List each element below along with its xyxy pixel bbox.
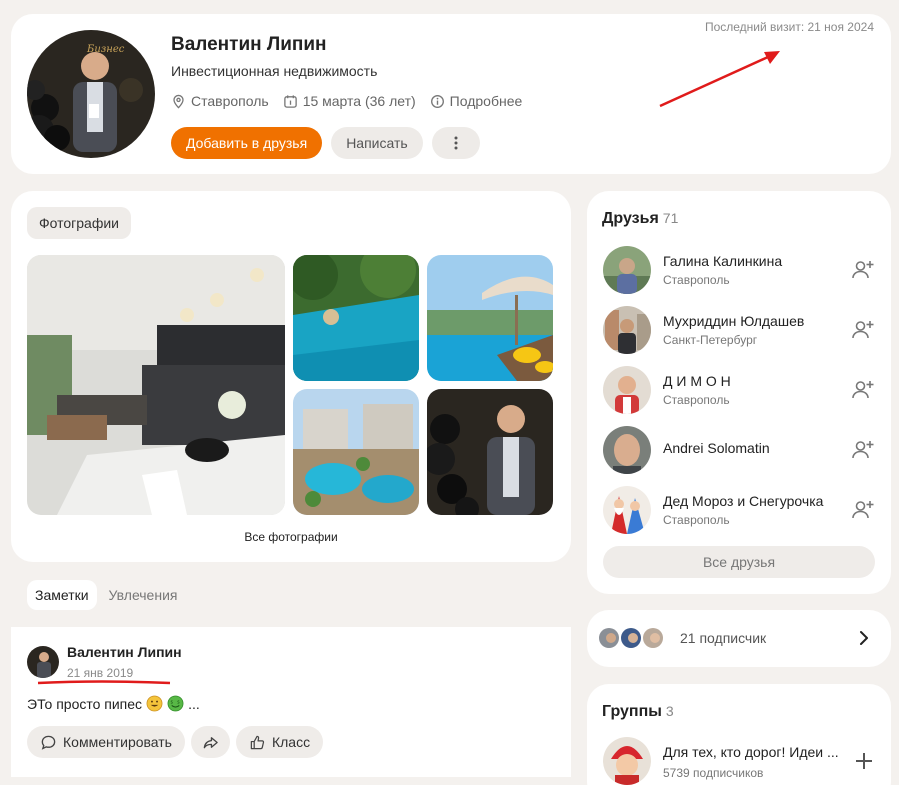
add-friend-icon[interactable] bbox=[851, 318, 875, 342]
share-icon bbox=[203, 736, 218, 748]
all-friends-button[interactable]: Все друзья bbox=[603, 546, 875, 578]
profile-city: Ставрополь bbox=[171, 93, 269, 109]
group-item[interactable]: Для тех, кто дорог! Идеи ... 5739 подпис… bbox=[603, 737, 875, 785]
profile-city-label: Ставрополь bbox=[191, 93, 269, 109]
add-friend-button[interactable]: Добавить в друзья bbox=[171, 127, 323, 159]
friends-card: Друзья 71 Галина Калинкина Ставрополь Мух… bbox=[587, 191, 891, 594]
groups-count: 3 bbox=[665, 703, 674, 719]
friend-item[interactable]: Галина Калинкина Ставрополь bbox=[603, 246, 875, 294]
groups-card: Группы 3 Для тех, кто дорог! Идеи ... 573… bbox=[587, 684, 891, 785]
profile-avatar[interactable]: Бизнес bbox=[27, 30, 155, 158]
group-members: 5739 подписчиков bbox=[663, 766, 764, 780]
chevron-right-icon bbox=[860, 631, 868, 645]
post-author-name[interactable]: Валентин Липин bbox=[67, 644, 182, 660]
photo-infinity-pool[interactable] bbox=[427, 255, 553, 381]
friend-name: Дед Мороз и Снегурочка bbox=[663, 493, 824, 509]
profile-birthday: 15 марта (36 лет) bbox=[283, 93, 416, 109]
groups-title[interactable]: Группы 3 bbox=[602, 703, 674, 721]
calendar-icon bbox=[283, 94, 297, 108]
group-name: Для тех, кто дорог! Идеи ... bbox=[663, 744, 839, 760]
groups-title-label: Группы bbox=[602, 703, 662, 720]
photos-card: Фотографии Все фотографии bbox=[11, 191, 571, 562]
photos-tab[interactable]: Фотографии bbox=[27, 207, 132, 239]
profile-card: Бизнес Валентин Липин Инвестиционная нед… bbox=[11, 14, 891, 174]
profile-more-label: Подробнее bbox=[449, 93, 523, 109]
info-icon bbox=[430, 94, 444, 108]
post-actions: Комментировать Класс bbox=[27, 726, 324, 758]
profile-name: Валентин Липин bbox=[171, 34, 327, 55]
friend-item[interactable]: Мухриддин Юлдашев Санкт-Петербург bbox=[603, 306, 875, 354]
friend-name: Мухриддин Юлдашев bbox=[663, 313, 805, 329]
add-friend-icon[interactable] bbox=[851, 498, 875, 522]
comment-button[interactable]: Комментировать bbox=[27, 726, 185, 758]
subscribers-card[interactable]: 21 подписчик bbox=[587, 610, 891, 667]
thumbs-up-icon bbox=[250, 735, 265, 749]
friend-name: Д И М О Н bbox=[663, 373, 731, 389]
friend-city: Санкт-Петербург bbox=[663, 333, 758, 347]
photo-portrait[interactable] bbox=[427, 389, 553, 515]
svg-text:$: $ bbox=[177, 700, 180, 706]
add-friend-icon[interactable] bbox=[851, 438, 875, 462]
location-pin-icon bbox=[173, 94, 184, 109]
add-friend-icon[interactable] bbox=[851, 378, 875, 402]
friend-item[interactable]: Д И М О Н Ставрополь bbox=[603, 366, 875, 414]
comment-icon bbox=[41, 735, 56, 750]
photo-interior[interactable] bbox=[27, 255, 285, 515]
like-button[interactable]: Класс bbox=[235, 726, 324, 758]
profile-more-link[interactable]: Подробнее bbox=[430, 93, 523, 109]
comment-label: Комментировать bbox=[63, 734, 172, 750]
friend-city: Ставрополь bbox=[663, 273, 730, 287]
money-face-emoji-icon: $ $ bbox=[167, 695, 184, 712]
photo-pool-jungle[interactable] bbox=[293, 255, 419, 381]
profile-subtitle: Инвестиционная недвижимость bbox=[171, 63, 378, 79]
share-button[interactable] bbox=[190, 726, 230, 758]
friends-count: 71 bbox=[662, 210, 679, 226]
notes-tabs: Заметки Увлечения bbox=[27, 580, 185, 610]
friends-title-label: Друзья bbox=[602, 210, 659, 227]
last-visit-text: Последний визит: 21 ноя 2024 bbox=[704, 20, 874, 34]
more-vertical-icon bbox=[454, 136, 458, 150]
friends-title[interactable]: Друзья 71 bbox=[602, 210, 678, 228]
post-ellipsis: ... bbox=[188, 695, 200, 712]
friend-name: Галина Калинкина bbox=[663, 253, 783, 269]
friend-city: Ставрополь bbox=[663, 513, 730, 527]
group-avatar bbox=[603, 737, 651, 785]
friend-avatar bbox=[603, 486, 651, 534]
profile-meta: Ставрополь 15 марта (36 лет) Подробнее bbox=[171, 93, 522, 109]
svg-text:$: $ bbox=[170, 700, 173, 706]
post-text: ЭТо просто пипес $ $ ... bbox=[27, 695, 200, 712]
post-author-avatar[interactable] bbox=[27, 646, 59, 678]
post-card: Валентин Липин 21 янв 2019 ЭТо просто пи… bbox=[11, 627, 571, 777]
subscriber-avatar bbox=[641, 626, 665, 650]
friend-item[interactable]: Andrei Solomatin bbox=[603, 426, 875, 474]
friend-city: Ставрополь bbox=[663, 393, 730, 407]
post-text-body: ЭТо просто пипес bbox=[27, 695, 143, 712]
friend-item[interactable]: Дед Мороз и Снегурочка Ставрополь bbox=[603, 486, 875, 534]
subscriber-avatar bbox=[619, 626, 643, 650]
subscriber-avatar bbox=[597, 626, 621, 650]
post-date: 21 янв 2019 bbox=[67, 666, 134, 680]
more-actions-button[interactable] bbox=[431, 127, 480, 159]
friend-avatar bbox=[603, 426, 651, 474]
grin-emoji-icon bbox=[146, 695, 163, 712]
tab-hobbies[interactable]: Увлечения bbox=[101, 580, 186, 610]
like-label: Класс bbox=[271, 734, 311, 750]
add-friend-icon[interactable] bbox=[851, 258, 875, 282]
friend-avatar bbox=[603, 366, 651, 414]
profile-birthday-label: 15 марта (36 лет) bbox=[302, 93, 416, 109]
friend-avatar bbox=[603, 306, 651, 354]
photo-resort[interactable] bbox=[293, 389, 419, 515]
all-photos-link[interactable]: Все фотографии bbox=[11, 530, 571, 544]
tab-notes[interactable]: Заметки bbox=[27, 580, 97, 610]
profile-actions: Добавить в друзья Написать bbox=[171, 127, 480, 159]
friend-avatar bbox=[603, 246, 651, 294]
subscribers-count: 21 подписчик bbox=[680, 630, 767, 646]
join-group-icon[interactable] bbox=[853, 750, 875, 772]
write-message-button[interactable]: Написать bbox=[331, 127, 423, 159]
friend-name: Andrei Solomatin bbox=[663, 440, 770, 456]
